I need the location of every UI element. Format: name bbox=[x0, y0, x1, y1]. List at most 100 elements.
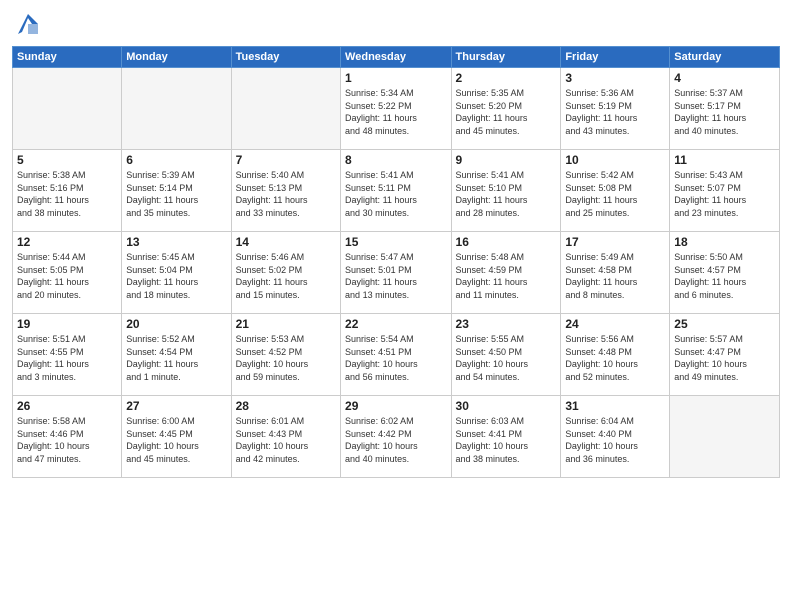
calendar-cell: 17 Sunrise: 5:49 AM Sunset: 4:58 PM Dayli… bbox=[561, 232, 670, 314]
calendar-table: SundayMondayTuesdayWednesdayThursdayFrid… bbox=[12, 46, 780, 478]
day-info: Sunrise: 5:53 AM Sunset: 4:52 PM Dayligh… bbox=[236, 333, 336, 383]
day-number: 7 bbox=[236, 153, 336, 167]
day-info: Sunrise: 5:56 AM Sunset: 4:48 PM Dayligh… bbox=[565, 333, 665, 383]
weekday-header-thursday: Thursday bbox=[451, 47, 561, 68]
day-info: Sunrise: 5:41 AM Sunset: 5:11 PM Dayligh… bbox=[345, 169, 446, 219]
calendar-cell: 23Sunrise: 5:55 AM Sunset: 4:50 PM Dayli… bbox=[451, 314, 561, 396]
calendar-cell: 24 Sunrise: 5:56 AM Sunset: 4:48 PM Dayli… bbox=[561, 314, 670, 396]
day-number: 11 bbox=[674, 153, 775, 167]
calendar-cell: 6 Sunrise: 5:39 AM Sunset: 5:14 PM Daylig… bbox=[122, 150, 231, 232]
day-number: 16 bbox=[456, 235, 557, 249]
day-number: 31 bbox=[565, 399, 665, 413]
day-info: Sunrise: 5:38 AM Sunset: 5:16 PM Dayligh… bbox=[17, 169, 117, 219]
calendar-cell: 3Sunrise: 5:36 AM Sunset: 5:19 PM Daylig… bbox=[561, 68, 670, 150]
day-number: 12 bbox=[17, 235, 117, 249]
day-info: Sunrise: 5:36 AM Sunset: 5:19 PM Dayligh… bbox=[565, 87, 665, 137]
day-info: Sunrise: 5:39 AM Sunset: 5:14 PM Dayligh… bbox=[126, 169, 226, 219]
weekday-header-tuesday: Tuesday bbox=[231, 47, 340, 68]
weekday-header-sunday: Sunday bbox=[13, 47, 122, 68]
calendar-cell: 13 Sunrise: 5:45 AM Sunset: 5:04 PM Dayli… bbox=[122, 232, 231, 314]
day-info: Sunrise: 6:01 AM Sunset: 4:43 PM Dayligh… bbox=[236, 415, 336, 465]
day-info: Sunrise: 5:44 AM Sunset: 5:05 PM Dayligh… bbox=[17, 251, 117, 301]
calendar-cell: 12 Sunrise: 5:44 AM Sunset: 5:05 PM Dayli… bbox=[13, 232, 122, 314]
week-row-4: 19 Sunrise: 5:51 AM Sunset: 4:55 PM Dayli… bbox=[13, 314, 780, 396]
logo-icon bbox=[14, 10, 42, 38]
day-number: 17 bbox=[565, 235, 665, 249]
day-info: Sunrise: 5:35 AM Sunset: 5:20 PM Dayligh… bbox=[456, 87, 557, 137]
day-info: Sunrise: 5:55 AM Sunset: 4:50 PM Dayligh… bbox=[456, 333, 557, 383]
day-number: 29 bbox=[345, 399, 446, 413]
calendar-cell: 20 Sunrise: 5:52 AM Sunset: 4:54 PM Dayli… bbox=[122, 314, 231, 396]
day-number: 13 bbox=[126, 235, 226, 249]
calendar-cell: 25 Sunrise: 5:57 AM Sunset: 4:47 PM Dayli… bbox=[670, 314, 780, 396]
day-number: 20 bbox=[126, 317, 226, 331]
calendar-cell: 29 Sunrise: 6:02 AM Sunset: 4:42 PM Dayli… bbox=[341, 396, 451, 478]
day-info: Sunrise: 5:52 AM Sunset: 4:54 PM Dayligh… bbox=[126, 333, 226, 383]
day-number: 9 bbox=[456, 153, 557, 167]
calendar-cell: 19 Sunrise: 5:51 AM Sunset: 4:55 PM Dayli… bbox=[13, 314, 122, 396]
day-number: 28 bbox=[236, 399, 336, 413]
day-info: Sunrise: 5:58 AM Sunset: 4:46 PM Dayligh… bbox=[17, 415, 117, 465]
weekday-header-saturday: Saturday bbox=[670, 47, 780, 68]
day-info: Sunrise: 5:48 AM Sunset: 4:59 PM Dayligh… bbox=[456, 251, 557, 301]
calendar-cell: 26Sunrise: 5:58 AM Sunset: 4:46 PM Dayli… bbox=[13, 396, 122, 478]
day-info: Sunrise: 5:51 AM Sunset: 4:55 PM Dayligh… bbox=[17, 333, 117, 383]
calendar-cell: 27 Sunrise: 6:00 AM Sunset: 4:45 PM Dayli… bbox=[122, 396, 231, 478]
day-info: Sunrise: 5:42 AM Sunset: 5:08 PM Dayligh… bbox=[565, 169, 665, 219]
day-info: Sunrise: 6:03 AM Sunset: 4:41 PM Dayligh… bbox=[456, 415, 557, 465]
week-row-1: 1Sunrise: 5:34 AM Sunset: 5:22 PM Daylig… bbox=[13, 68, 780, 150]
day-info: Sunrise: 5:57 AM Sunset: 4:47 PM Dayligh… bbox=[674, 333, 775, 383]
day-number: 6 bbox=[126, 153, 226, 167]
page-container: SundayMondayTuesdayWednesdayThursdayFrid… bbox=[0, 0, 792, 486]
calendar-cell: 1Sunrise: 5:34 AM Sunset: 5:22 PM Daylig… bbox=[341, 68, 451, 150]
week-row-5: 26Sunrise: 5:58 AM Sunset: 4:46 PM Dayli… bbox=[13, 396, 780, 478]
header bbox=[12, 10, 780, 38]
week-row-2: 5 Sunrise: 5:38 AM Sunset: 5:16 PM Daylig… bbox=[13, 150, 780, 232]
calendar-cell: 15Sunrise: 5:47 AM Sunset: 5:01 PM Dayli… bbox=[341, 232, 451, 314]
day-number: 2 bbox=[456, 71, 557, 85]
day-info: Sunrise: 5:45 AM Sunset: 5:04 PM Dayligh… bbox=[126, 251, 226, 301]
day-info: Sunrise: 5:34 AM Sunset: 5:22 PM Dayligh… bbox=[345, 87, 446, 137]
calendar-cell bbox=[670, 396, 780, 478]
calendar-cell: 8 Sunrise: 5:41 AM Sunset: 5:11 PM Daylig… bbox=[341, 150, 451, 232]
day-info: Sunrise: 6:04 AM Sunset: 4:40 PM Dayligh… bbox=[565, 415, 665, 465]
day-info: Sunrise: 5:43 AM Sunset: 5:07 PM Dayligh… bbox=[674, 169, 775, 219]
calendar-cell: 31 Sunrise: 6:04 AM Sunset: 4:40 PM Dayli… bbox=[561, 396, 670, 478]
weekday-header-friday: Friday bbox=[561, 47, 670, 68]
day-info: Sunrise: 5:54 AM Sunset: 4:51 PM Dayligh… bbox=[345, 333, 446, 383]
day-number: 22 bbox=[345, 317, 446, 331]
day-number: 19 bbox=[17, 317, 117, 331]
day-info: Sunrise: 5:47 AM Sunset: 5:01 PM Dayligh… bbox=[345, 251, 446, 301]
calendar-cell: 10Sunrise: 5:42 AM Sunset: 5:08 PM Dayli… bbox=[561, 150, 670, 232]
weekday-header-row: SundayMondayTuesdayWednesdayThursdayFrid… bbox=[13, 47, 780, 68]
calendar-cell bbox=[122, 68, 231, 150]
day-number: 8 bbox=[345, 153, 446, 167]
day-number: 18 bbox=[674, 235, 775, 249]
calendar-cell bbox=[13, 68, 122, 150]
calendar-cell: 28 Sunrise: 6:01 AM Sunset: 4:43 PM Dayli… bbox=[231, 396, 340, 478]
day-info: Sunrise: 5:46 AM Sunset: 5:02 PM Dayligh… bbox=[236, 251, 336, 301]
calendar-cell: 14 Sunrise: 5:46 AM Sunset: 5:02 PM Dayli… bbox=[231, 232, 340, 314]
calendar-cell: 11 Sunrise: 5:43 AM Sunset: 5:07 PM Dayli… bbox=[670, 150, 780, 232]
day-info: Sunrise: 6:00 AM Sunset: 4:45 PM Dayligh… bbox=[126, 415, 226, 465]
day-info: Sunrise: 5:49 AM Sunset: 4:58 PM Dayligh… bbox=[565, 251, 665, 301]
calendar-cell: 30Sunrise: 6:03 AM Sunset: 4:41 PM Dayli… bbox=[451, 396, 561, 478]
day-number: 24 bbox=[565, 317, 665, 331]
calendar-cell: 4 Sunrise: 5:37 AM Sunset: 5:17 PM Daylig… bbox=[670, 68, 780, 150]
day-number: 5 bbox=[17, 153, 117, 167]
day-info: Sunrise: 5:50 AM Sunset: 4:57 PM Dayligh… bbox=[674, 251, 775, 301]
calendar-cell: 21 Sunrise: 5:53 AM Sunset: 4:52 PM Dayli… bbox=[231, 314, 340, 396]
day-number: 14 bbox=[236, 235, 336, 249]
calendar-cell: 2 Sunrise: 5:35 AM Sunset: 5:20 PM Daylig… bbox=[451, 68, 561, 150]
calendar-cell bbox=[231, 68, 340, 150]
day-number: 25 bbox=[674, 317, 775, 331]
logo bbox=[12, 10, 42, 38]
day-info: Sunrise: 6:02 AM Sunset: 4:42 PM Dayligh… bbox=[345, 415, 446, 465]
day-number: 21 bbox=[236, 317, 336, 331]
calendar-cell: 22 Sunrise: 5:54 AM Sunset: 4:51 PM Dayli… bbox=[341, 314, 451, 396]
weekday-header-monday: Monday bbox=[122, 47, 231, 68]
day-number: 4 bbox=[674, 71, 775, 85]
day-info: Sunrise: 5:37 AM Sunset: 5:17 PM Dayligh… bbox=[674, 87, 775, 137]
day-number: 27 bbox=[126, 399, 226, 413]
calendar-cell: 9Sunrise: 5:41 AM Sunset: 5:10 PM Daylig… bbox=[451, 150, 561, 232]
